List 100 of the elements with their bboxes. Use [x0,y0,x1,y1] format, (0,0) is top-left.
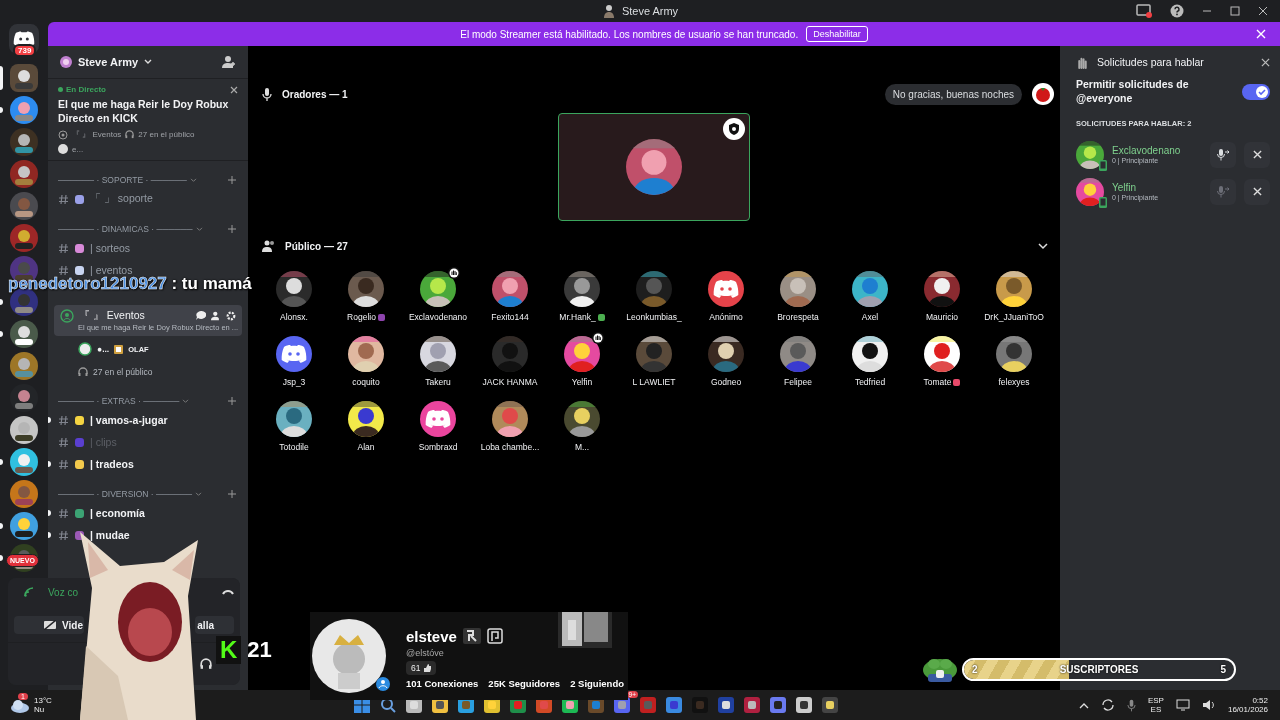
member-name[interactable]: Fexito144 [491,312,529,322]
category-label[interactable]: ────── · EXTRAS · ────── [58,396,180,407]
member-name[interactable]: DrK_JJuaniToO [984,312,1044,322]
network-icon[interactable] [1175,699,1190,711]
member-name[interactable]: ●... [97,344,110,355]
maximize-icon[interactable] [1230,6,1240,16]
member-name[interactable]: Godneo [710,377,742,387]
settings-icon[interactable] [226,311,236,322]
close-icon[interactable] [230,85,238,94]
channel-name[interactable]: | mudae [90,529,130,542]
app-icon[interactable] [796,697,812,713]
member-name[interactable]: Brorespeta [777,312,819,322]
disable-button[interactable]: Deshabilitar [806,26,868,42]
channel-name[interactable]: | economía [90,507,145,520]
member-name[interactable]: Alonsx. [280,312,308,322]
member-name[interactable]: Loba chambe... [480,442,540,452]
sync-icon[interactable] [1100,698,1115,712]
weather-condition: Nu [34,705,46,714]
category-label[interactable]: ────── · DINAMICAS · ────── [58,224,193,235]
plus-icon[interactable] [228,176,236,185]
add-user-icon[interactable] [222,55,236,69]
member-name[interactable]: Mr.Hank_ [559,312,596,322]
clock-time[interactable]: 0:52 [1252,696,1268,705]
headphones-icon[interactable] [200,658,212,670]
server-name[interactable]: Steve Army [78,56,139,68]
member-name[interactable]: M... [574,442,590,452]
requester-name[interactable]: Exclavodenano [1112,145,1202,157]
keyboard-layout[interactable]: ES [1150,705,1162,714]
server-icon[interactable] [10,96,38,124]
plus-icon[interactable] [228,397,236,406]
input-language[interactable]: ESP [1147,696,1164,705]
server-icon[interactable] [10,160,38,188]
channel-name[interactable]: 「 」 soporte [90,192,153,207]
server-icon[interactable] [10,64,38,92]
server-icon[interactable] [10,352,38,380]
channel-name[interactable]: | vamos-a-jugar [90,414,168,427]
discord-avatar-icon[interactable] [276,336,312,372]
member-name[interactable]: Felipee [784,377,812,387]
video-button[interactable]: Vide [14,616,84,634]
member-name[interactable]: Rogelio [347,312,376,322]
plus-icon[interactable] [228,490,236,499]
server-icon[interactable] [10,416,38,444]
speaker-tile[interactable] [558,113,750,221]
member-name[interactable]: coquito [352,377,380,387]
server-icon[interactable] [10,320,38,348]
screen-share-button[interactable]: alla [195,616,234,634]
channel-name[interactable]: | sorteos [90,242,131,255]
server-icon[interactable] [10,224,38,252]
member-name[interactable]: Anónimo [709,312,743,322]
server-icon[interactable] [10,192,38,220]
weather-icon[interactable] [10,697,30,713]
member-avatar-icon[interactable] [78,342,92,357]
member-name[interactable]: Sombraxd [418,442,458,452]
category-label[interactable]: ────── · SOPORTE · ────── [58,175,187,186]
help-icon[interactable] [1170,4,1184,18]
discord-avatar-icon[interactable] [708,271,744,307]
chat-icon[interactable] [196,311,206,322]
server-icon[interactable] [10,512,38,540]
microphone-icon[interactable] [1126,698,1136,712]
user-avatar-icon[interactable] [1032,83,1054,105]
invite-to-speak-button[interactable] [1210,141,1236,168]
member-name[interactable]: Yelfin [571,377,593,387]
member-name[interactable]: L LAWLIET [632,377,676,387]
member-name[interactable]: Totodile [279,442,309,452]
dismiss-request-button[interactable] [1244,141,1270,168]
app-icon[interactable] [822,697,838,713]
server-icon[interactable] [10,128,38,156]
hash-icon [58,507,69,519]
channel-name[interactable]: | tradeos [90,458,134,471]
member-name[interactable]: Axel [861,312,879,322]
screen-share-icon[interactable] [1136,4,1152,18]
channel-name[interactable]: | eventos [90,264,133,277]
member-name[interactable]: felexyes [998,377,1030,387]
member-name[interactable]: Takeru [425,377,451,387]
volume-icon[interactable] [1201,699,1216,711]
member-name[interactable]: Alan [357,442,375,452]
toggle-switch[interactable] [1242,83,1270,100]
app-icon[interactable] [718,697,734,713]
member-name[interactable]: Mauricio [925,312,959,322]
dismiss-button[interactable]: No gracias, buenas noches [884,83,1022,105]
member-name[interactable]: Jsp_3 [282,377,306,387]
plus-icon[interactable] [228,225,236,234]
stage-icon [60,309,74,324]
dismiss-request-button[interactable] [1244,178,1270,205]
clock-date[interactable]: 16/01/2026 [1227,705,1268,714]
chevron-up-icon[interactable] [1078,701,1089,709]
add-user-icon[interactable] [211,311,221,322]
close-icon[interactable] [1258,6,1268,16]
member-name[interactable]: Leonkumbias_ [626,312,682,322]
member-name[interactable]: Tedfried [854,377,886,387]
member-name[interactable]: Tomate [923,377,952,387]
disconnect-icon[interactable] [222,588,234,596]
member-name[interactable]: JACK HANMA [482,377,538,387]
search-icon[interactable] [380,697,396,713]
server-icon[interactable] [10,448,38,476]
requester-name[interactable]: Yelfin [1112,182,1202,194]
member-name[interactable]: Exclavodenano [408,312,468,322]
category-label[interactable]: ────── · DIVERSION · ────── [58,489,193,500]
close-icon[interactable] [1261,57,1270,67]
discord-avatar-icon[interactable] [420,401,456,437]
